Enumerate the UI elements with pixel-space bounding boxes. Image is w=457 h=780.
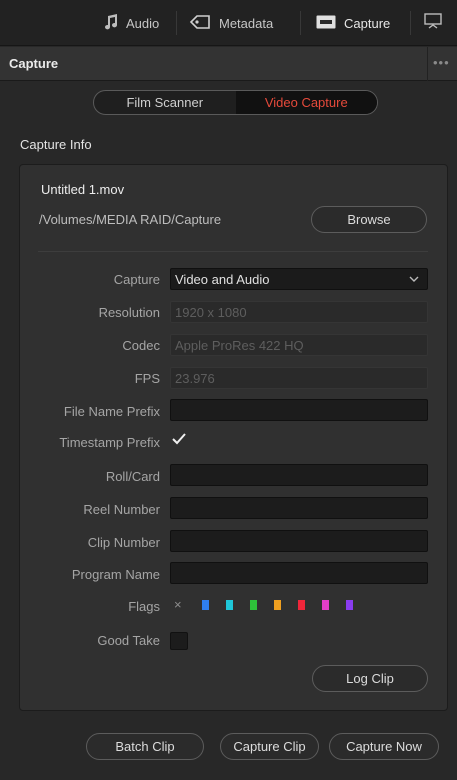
file-path: /Volumes/MEDIA RAID/Capture (39, 212, 222, 227)
clip-number-label: Clip Number (87, 535, 160, 550)
good-take-checkbox[interactable] (170, 632, 188, 650)
panel-options-button[interactable]: ••• (433, 55, 450, 70)
clip-number-input[interactable] (170, 530, 428, 552)
flag-icon (322, 599, 329, 613)
resolution-field: 1920 x 1080 (170, 301, 428, 323)
reel-number-input[interactable] (170, 497, 428, 519)
flag-icon (346, 599, 353, 613)
mode-film-scanner[interactable]: Film Scanner (94, 91, 236, 114)
toolbar-divider (300, 11, 301, 35)
file-name: Untitled 1.mov (41, 182, 125, 197)
toolbar-divider (410, 11, 411, 35)
fps-label: FPS (134, 371, 160, 386)
flag-cyan[interactable] (226, 598, 250, 613)
capture-now-button[interactable]: Capture Now (329, 733, 439, 760)
browse-button[interactable]: Browse (311, 206, 427, 233)
flag-pink[interactable] (322, 598, 346, 613)
capture-deck-icon (316, 15, 336, 32)
flag-green[interactable] (250, 598, 274, 613)
good-take-label: Good Take (97, 633, 160, 648)
tab-metadata[interactable]: Metadata (189, 0, 273, 46)
tab-metadata-label: Metadata (219, 15, 274, 31)
codec-field: Apple ProRes 422 HQ (170, 334, 428, 356)
timestamp-prefix-label: Timestamp Prefix (59, 435, 160, 450)
roll-card-label: Roll/Card (105, 469, 160, 484)
flag-red[interactable] (298, 598, 322, 613)
flag-purple[interactable] (346, 598, 370, 613)
reel-number-label: Reel Number (83, 502, 160, 517)
file-name-prefix-label: File Name Prefix (63, 404, 160, 419)
tab-capture[interactable]: Capture (316, 0, 390, 46)
checkmark-icon (171, 432, 187, 449)
program-name-label: Program Name (71, 567, 160, 582)
capture-label: Capture (113, 272, 160, 287)
clear-flags-icon[interactable]: × (174, 597, 202, 612)
tab-audio[interactable]: Audio (104, 0, 159, 46)
panel-title: Capture (9, 56, 59, 71)
tag-icon (189, 14, 211, 33)
flag-yellow[interactable] (274, 598, 298, 613)
capture-select[interactable]: Video and Audio (170, 268, 428, 290)
roll-card-input[interactable] (170, 464, 428, 486)
mode-switch: Film Scanner Video Capture (93, 90, 378, 115)
tab-capture-label: Capture (344, 15, 391, 31)
flag-blue[interactable] (202, 598, 226, 613)
flag-icon (202, 599, 209, 613)
program-name-input[interactable] (170, 562, 428, 584)
fps-field: 23.976 (170, 367, 428, 389)
batch-clip-button[interactable]: Batch Clip (86, 733, 204, 760)
resolution-label: Resolution (98, 305, 160, 320)
flag-icon (226, 599, 233, 613)
music-note-icon (104, 13, 118, 33)
log-clip-button[interactable]: Log Clip (312, 665, 428, 692)
section-title: Capture Info (20, 137, 92, 152)
codec-label: Codec (122, 338, 160, 353)
divider (38, 251, 428, 252)
mode-video-capture[interactable]: Video Capture (235, 91, 377, 114)
flag-icon (274, 599, 281, 613)
flags-label: Flags (128, 599, 160, 614)
flag-icon (298, 599, 305, 613)
panel-header: Capture ••• (0, 47, 457, 81)
flag-icon (250, 599, 257, 613)
top-toolbar: Audio Metadata Capture (0, 0, 457, 46)
header-divider (427, 47, 428, 81)
flags-row: × (174, 597, 370, 613)
monitor-download-icon (424, 12, 442, 34)
toolbar-divider (176, 11, 177, 35)
capture-clip-button[interactable]: Capture Clip (220, 733, 319, 760)
chevron-down-icon (409, 272, 419, 289)
tab-deliver[interactable] (424, 0, 442, 46)
capture-select-value: Video and Audio (175, 271, 270, 287)
tab-audio-label: Audio (126, 15, 160, 31)
file-name-prefix-input[interactable] (170, 399, 428, 421)
timestamp-prefix-checkbox[interactable] (170, 431, 188, 449)
